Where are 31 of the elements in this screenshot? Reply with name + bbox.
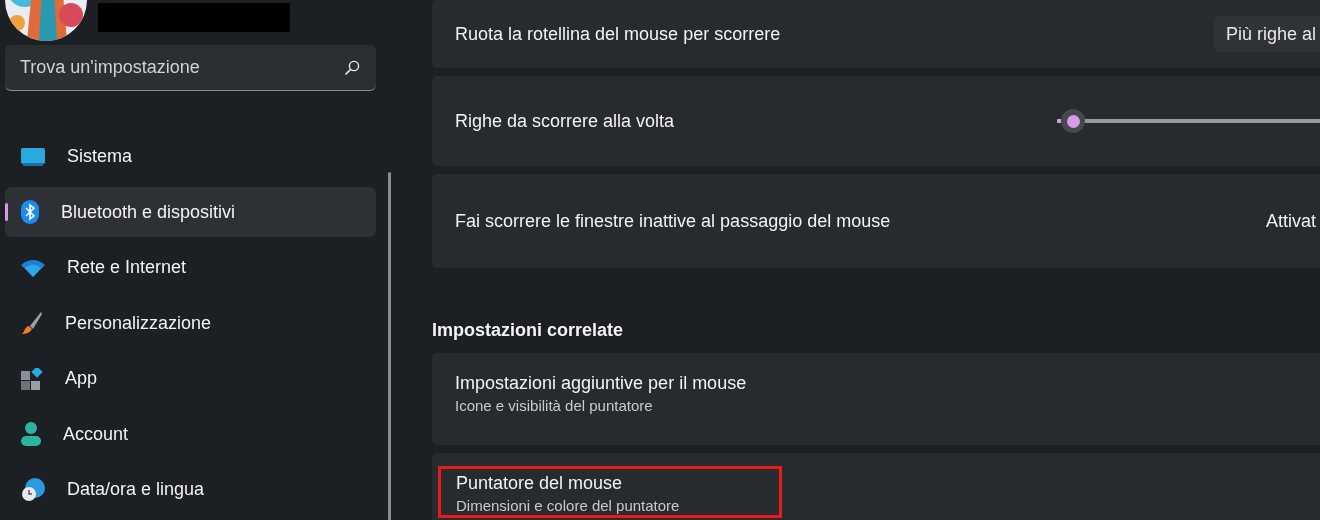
setting-title: Impostazioni aggiuntive per il mouse bbox=[455, 373, 747, 394]
selection-indicator bbox=[5, 203, 8, 221]
sidebar-item[interactable]: Personalizzazione bbox=[5, 298, 376, 348]
wifi-icon bbox=[21, 258, 45, 277]
setting-subtitle: Icone e visibilità del puntatore bbox=[455, 397, 654, 414]
search-field[interactable]: Trova un'impostazione bbox=[5, 44, 376, 91]
setting-label: Righe da scorrere alla volta bbox=[455, 110, 675, 132]
person-icon bbox=[21, 422, 41, 446]
setting-label: Fai scorrere le finestre inattive al passaggio del mouse bbox=[455, 210, 891, 232]
sidebar-item[interactable]: Account bbox=[5, 409, 376, 459]
sidebar-item[interactable]: Data/ora e lingua bbox=[5, 464, 376, 515]
related-setting[interactable]: Impostazioni aggiuntive per il mouse Icone e visibilità del puntatore bbox=[432, 353, 1320, 445]
section-heading: Impostazioni correlate bbox=[432, 320, 625, 341]
apps-icon bbox=[21, 367, 43, 390]
brush-icon bbox=[21, 311, 43, 335]
toggle-state: Attivat bbox=[1265, 210, 1316, 232]
slider-thumb[interactable] bbox=[1061, 109, 1086, 133]
search-icon bbox=[344, 59, 360, 76]
sidebar-item[interactable]: Bluetooth e dispositivi bbox=[5, 187, 376, 237]
setting-title: Puntatore del mouse bbox=[456, 473, 624, 494]
monitor-icon bbox=[21, 147, 45, 166]
globe-clock-icon bbox=[21, 477, 45, 502]
setting-subtitle: Dimensioni e colore del puntatore bbox=[456, 497, 680, 514]
sidebar-item[interactable]: App bbox=[5, 353, 376, 404]
sidebar-item[interactable]: Rete e Internet bbox=[5, 242, 376, 293]
related-setting[interactable]: Puntatore del mouse Dimensioni e colore del puntatore bbox=[432, 453, 1320, 520]
setting-label: Ruota la rotellina del mouse per scorrere bbox=[455, 23, 781, 45]
scrollbar[interactable] bbox=[388, 172, 391, 520]
dropdown[interactable]: Più righe al bbox=[1213, 16, 1320, 52]
sidebar-item[interactable]: Sistema bbox=[5, 131, 376, 182]
bluetooth-icon bbox=[21, 200, 39, 224]
